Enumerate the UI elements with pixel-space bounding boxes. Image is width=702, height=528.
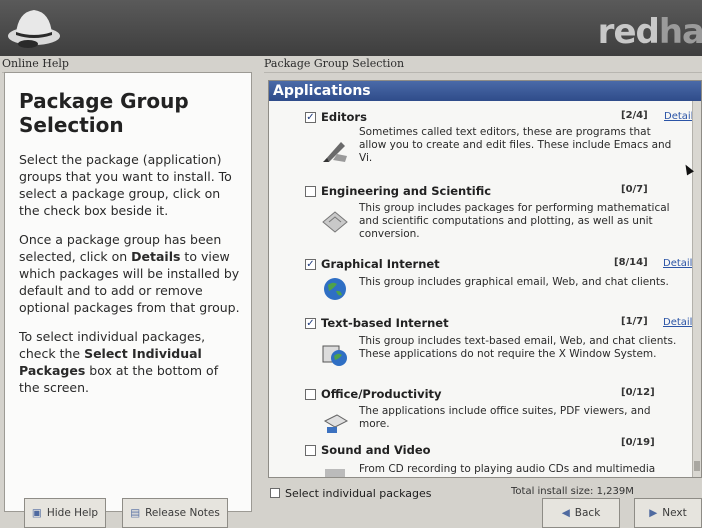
package-group-selection-label: Package Group Selection (264, 56, 702, 73)
globe-icon (324, 278, 346, 300)
sound-video-checkbox[interactable] (305, 445, 316, 456)
editor-pen-icon (323, 142, 347, 162)
group-name: Office/Productivity (321, 387, 442, 401)
editors-checkbox[interactable]: ✓ (305, 112, 316, 123)
group-name: Text-based Internet (321, 316, 449, 330)
graphical-internet-checkbox[interactable]: ✓ (305, 259, 316, 270)
hide-help-label: Hide Help (46, 507, 99, 519)
group-name: Graphical Internet (321, 257, 440, 271)
group-description: This group includes graphical email, Web… (359, 276, 669, 288)
next-arrow-icon: ▶ (649, 507, 658, 519)
help-title: Package Group Selection (19, 89, 189, 137)
package-list-scrollbar[interactable] (692, 101, 701, 477)
select-individual-label: Select individual packages (285, 487, 432, 500)
scrollbar-thumb[interactable] (694, 461, 700, 471)
back-label: Back (574, 507, 601, 519)
group-description: Sometimes called text editors, these are… (359, 126, 672, 164)
back-button[interactable]: ◀ Back (542, 498, 620, 528)
next-button[interactable]: ▶ Next (634, 498, 702, 528)
help-icon: ▣ (31, 507, 42, 519)
help-paragraph-1: Select the package (application) groups … (19, 152, 232, 218)
applications-category-header: Applications (269, 81, 701, 101)
group-description: This group includes text-based email, We… (359, 335, 677, 360)
redhat-logo-icon (8, 10, 60, 48)
group-count: [0/19] (621, 437, 655, 448)
notes-icon: ▤ (130, 507, 141, 519)
release-notes-button[interactable]: ▤ Release Notes (122, 498, 228, 528)
select-individual-checkbox[interactable] (270, 488, 280, 498)
group-count: [0/12] (621, 387, 655, 398)
engineering-checkbox[interactable] (305, 186, 316, 197)
brand-wordmark: redha (598, 12, 702, 52)
ruler-icon (322, 211, 348, 233)
help-paragraph-3: To select individual packages, check the… (19, 328, 241, 396)
top-banner: redha (0, 0, 702, 56)
group-name: Editors (321, 110, 367, 124)
select-individual-packages[interactable]: Select individual packages (270, 487, 431, 500)
group-name: Engineering and Scientific (321, 184, 492, 198)
package-group-list[interactable]: Applications ✓ Editors [2/4] Details Som… (268, 80, 702, 478)
office-productivity-checkbox[interactable] (305, 389, 316, 400)
group-description: This group includes packages for perform… (359, 202, 670, 240)
group-description: From CD recording to playing audio CDs a… (359, 463, 656, 475)
online-help-label: Online Help (2, 56, 252, 73)
group-count: [2/4] (621, 110, 648, 121)
sound-video-icon (325, 469, 345, 477)
help-panel: Package Group Selection Select the packa… (4, 72, 252, 512)
terminal-globe-icon (322, 345, 347, 366)
office-icon (323, 414, 349, 433)
group-count: [0/7] (621, 184, 648, 195)
help-paragraph-2: Once a package group has been selected, … (19, 231, 241, 316)
group-count: [8/14] (614, 257, 648, 268)
brand-hat-text: ha (658, 12, 702, 52)
brand-red-text: red (597, 12, 660, 52)
group-description: The applications include office suites, … (359, 405, 651, 430)
release-notes-label: Release Notes (145, 507, 220, 519)
back-arrow-icon: ◀ (561, 507, 570, 519)
group-count: [1/7] (621, 316, 648, 327)
hide-help-button[interactable]: ▣ Hide Help (24, 498, 106, 528)
text-based-internet-checkbox[interactable]: ✓ (305, 318, 316, 329)
next-label: Next (662, 507, 687, 519)
help-p2-bold: Details (131, 249, 181, 264)
group-name: Sound and Video (321, 443, 431, 457)
total-install-size: Total install size: 1,239M (511, 486, 634, 497)
